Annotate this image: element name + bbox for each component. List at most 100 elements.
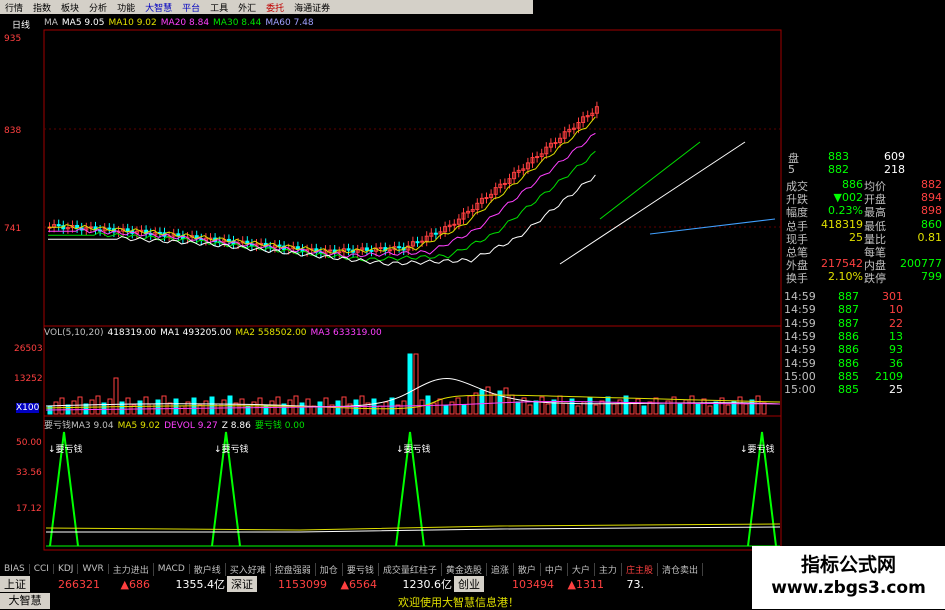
legend-item: MA30 8.44 bbox=[213, 18, 262, 28]
sh-label[interactable]: 上证 bbox=[0, 576, 30, 592]
volume-bar bbox=[299, 402, 305, 415]
legend-item: MA60 7.48 bbox=[265, 18, 314, 28]
tick-volume: 22 bbox=[889, 316, 903, 330]
legend-item: MA3 633319.00 bbox=[310, 328, 382, 338]
stat-row: 总笔 每笔 bbox=[782, 244, 945, 259]
volume-bar bbox=[545, 403, 551, 415]
tab-1[interactable]: CCI bbox=[30, 564, 54, 574]
price-panel-frame bbox=[43, 29, 782, 327]
tab-17[interactable]: 主力 bbox=[595, 562, 622, 576]
candle-body bbox=[176, 233, 181, 237]
brand-button[interactable]: 大智慧 bbox=[0, 593, 50, 609]
stat-value-1: 2.10% bbox=[828, 270, 863, 284]
volume-bar bbox=[593, 404, 599, 415]
volume-bar bbox=[419, 399, 425, 415]
sz-index: 1230.6亿 bbox=[402, 578, 453, 591]
volume-bar bbox=[179, 405, 185, 415]
candle-body bbox=[369, 249, 374, 252]
order-row: 5 882 218 bbox=[782, 163, 945, 176]
menu-item-6[interactable]: 平台 bbox=[177, 1, 205, 14]
volume-bar bbox=[755, 395, 761, 415]
candle-body bbox=[535, 156, 540, 159]
stat-row: 成交 886 均价 882 bbox=[782, 178, 945, 193]
candle-body bbox=[502, 182, 507, 185]
candle-body bbox=[415, 241, 420, 244]
cy-label[interactable]: 创业 bbox=[454, 576, 484, 592]
tick-price: 887 bbox=[838, 303, 859, 317]
legend-item: MA2 558502.00 bbox=[235, 328, 307, 338]
candle-body bbox=[226, 238, 231, 242]
tab-6[interactable]: 散户线 bbox=[190, 562, 226, 576]
volume-bar bbox=[539, 396, 545, 415]
quote-panel: 盘 883 609 5 882 218 成交 886 均价 882 升跌 ▼002 开盘 894 幅度 0.2… bbox=[782, 140, 945, 562]
candle-body bbox=[420, 240, 425, 243]
tab-7[interactable]: 买入好难 bbox=[226, 562, 271, 576]
volume-bar bbox=[239, 398, 245, 415]
ind-tick-high: 50.00 bbox=[16, 438, 42, 448]
menu-item-0[interactable]: 行情 bbox=[0, 1, 28, 14]
candle-body bbox=[328, 249, 333, 252]
tab-4[interactable]: 主力进出 bbox=[109, 562, 154, 576]
volume-bar bbox=[533, 400, 539, 415]
menu-item-8[interactable]: 外汇 bbox=[233, 1, 261, 14]
volume-bar bbox=[605, 396, 611, 415]
watermark-title: 指标公式网 bbox=[800, 554, 896, 576]
tick-time: 15:00 bbox=[784, 369, 816, 383]
indicator-line bbox=[45, 523, 781, 531]
stat-row: 升跌 ▼002 开盘 894 bbox=[782, 191, 945, 206]
tab-13[interactable]: 追涨 bbox=[487, 562, 514, 576]
tick-row: 14:59 887 10 bbox=[782, 303, 945, 316]
volume-bar bbox=[641, 405, 647, 415]
tab-8[interactable]: 控盘强弱 bbox=[271, 562, 316, 576]
menu-item-2[interactable]: 板块 bbox=[56, 1, 84, 14]
menu-item-7[interactable]: 工具 bbox=[205, 1, 233, 14]
stat-value-2: 200777 bbox=[900, 257, 942, 271]
sz-change: ▲6564 bbox=[340, 577, 377, 591]
tab-2[interactable]: KDJ bbox=[54, 564, 79, 574]
tick-volume: 10 bbox=[889, 303, 903, 317]
chart-canvas[interactable] bbox=[0, 14, 782, 562]
tab-9[interactable]: 加仓 bbox=[316, 562, 343, 576]
tab-12[interactable]: 黄金选股 bbox=[442, 562, 487, 576]
tab-11[interactable]: 成交量红柱子 bbox=[379, 562, 442, 576]
volume-bar bbox=[761, 402, 767, 415]
legend-item: MA bbox=[44, 18, 58, 28]
tab-19[interactable]: 清仓卖出 bbox=[658, 562, 703, 576]
ma-line-ext bbox=[599, 141, 701, 220]
ind-tick-low: 17.12 bbox=[16, 504, 42, 514]
tab-3[interactable]: WVR bbox=[78, 564, 109, 574]
signal-label-4: ↓要亏钱 bbox=[740, 445, 775, 455]
menu-item-1[interactable]: 指数 bbox=[28, 1, 56, 14]
stat-row: 换手 2.10% 跌停 799 bbox=[782, 270, 945, 286]
tick-time: 14:59 bbox=[784, 303, 816, 317]
menu-item-3[interactable]: 分析 bbox=[84, 1, 112, 14]
tab-15[interactable]: 中户 bbox=[541, 562, 568, 576]
sh-change: ▲686 bbox=[120, 577, 150, 591]
tick-time: 14:59 bbox=[784, 356, 816, 370]
menu-item-5[interactable]: 大智慧 bbox=[140, 1, 177, 14]
tab-16[interactable]: 大户 bbox=[568, 562, 595, 576]
stat-label-1: 换手 bbox=[786, 272, 808, 286]
legend-item: VOL(5,10,20) bbox=[44, 328, 104, 338]
menu-item-10[interactable]: 海通证券 bbox=[289, 1, 335, 14]
volume-bar bbox=[737, 396, 743, 415]
chart-area[interactable]: 日线 MA MA5 9.05 MA10 9.02 MA20 8.84 MA30 8.44… bbox=[0, 14, 782, 562]
sz-label[interactable]: 深证 bbox=[227, 576, 257, 592]
tick-time: 15:00 bbox=[784, 383, 816, 397]
tab-0[interactable]: BIAS bbox=[0, 564, 30, 574]
tab-10[interactable]: 要亏钱 bbox=[343, 562, 379, 576]
tick-price: 886 bbox=[838, 329, 859, 343]
menu-item-4[interactable]: 功能 bbox=[112, 1, 140, 14]
stat-value-1: 418319 bbox=[821, 217, 863, 231]
menu-item-9[interactable]: 委托 bbox=[261, 1, 289, 14]
stat-row: 现手 25 量比 0.81 bbox=[782, 231, 945, 246]
tab-5[interactable]: MACD bbox=[154, 564, 190, 574]
tab-14[interactable]: 散户 bbox=[514, 562, 541, 576]
tab-18[interactable]: 庄主股 bbox=[622, 562, 658, 576]
price-tick-high: 935 bbox=[4, 34, 22, 44]
vol-tick-mid: 13252 bbox=[14, 374, 43, 384]
stat-value-2: 799 bbox=[921, 270, 942, 284]
order-price: 883 bbox=[828, 150, 849, 163]
legend-item: MA10 9.02 bbox=[108, 18, 157, 28]
tick-time: 14:59 bbox=[784, 290, 816, 303]
